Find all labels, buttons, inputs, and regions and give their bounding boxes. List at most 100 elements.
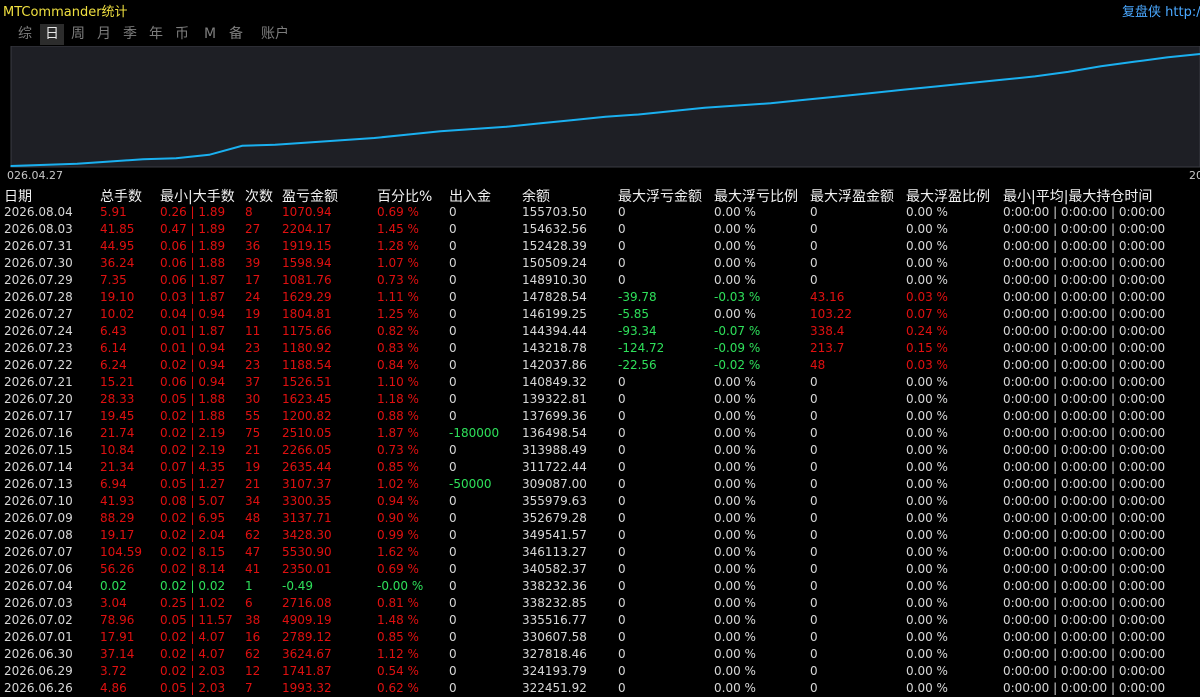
- column-header[interactable]: 最大浮亏比例: [714, 186, 798, 206]
- cell-pct: 0.90 %: [377, 511, 419, 525]
- cell-balance: 349541.57: [522, 528, 587, 542]
- cell-lots: 28.33: [100, 392, 135, 406]
- column-header[interactable]: 日期: [4, 186, 32, 206]
- cell-pnl: 1598.94: [282, 256, 332, 270]
- table-row[interactable]: 2026.06.29 3.72 0.02 | 2.03 12 1741.87 0.54 %…: [0, 663, 1200, 680]
- cell-count: 21: [245, 443, 261, 457]
- cell-mfpp: 0.00 %: [906, 392, 948, 406]
- table-row[interactable]: 2026.07.17 19.45 0.02 | 1.88 55 1200.82 0.88 …: [0, 408, 1200, 425]
- table-row[interactable]: 2026.07.02 78.96 0.05 | 11.57 38 4909.19 1.48…: [0, 612, 1200, 629]
- brand-link[interactable]: 复盘侠 http:/: [1122, 1, 1200, 20]
- table-row[interactable]: 2026.07.20 28.33 0.05 | 1.88 30 1623.45 1.18 …: [0, 391, 1200, 408]
- cell-date: 2026.07.20: [4, 392, 73, 406]
- tab-5[interactable]: 年: [144, 24, 168, 45]
- cell-mfp: 0: [810, 681, 818, 695]
- column-header[interactable]: 最大浮盈比例: [906, 186, 990, 206]
- tab-9[interactable]: 账户: [254, 24, 296, 45]
- table-row[interactable]: 2026.07.21 15.21 0.06 | 0.94 37 1526.51 1.10 …: [0, 374, 1200, 391]
- period-tabs: 综日周月季年币 M 备账户: [0, 24, 1200, 46]
- tab-2[interactable]: 周: [66, 24, 90, 45]
- cell-flow: 0: [449, 307, 457, 321]
- table-row[interactable]: 2026.07.29 7.35 0.06 | 1.87 17 1081.76 0.73 %…: [0, 272, 1200, 289]
- table-row[interactable]: 2026.07.16 21.74 0.02 | 2.19 75 2510.05 1.87 …: [0, 425, 1200, 442]
- column-header[interactable]: 最小|平均|最大持仓时间: [1003, 186, 1152, 206]
- cell-pnl: 1200.82: [282, 409, 332, 423]
- table-row[interactable]: 2026.07.14 21.34 0.07 | 4.35 19 2635.44 0.85 …: [0, 459, 1200, 476]
- table-row[interactable]: 2026.07.28 19.10 0.03 | 1.87 24 1629.29 1.11 …: [0, 289, 1200, 306]
- cell-balance: 313988.49: [522, 443, 587, 457]
- cell-count: 27: [245, 222, 261, 236]
- cell-balance: 324193.79: [522, 664, 587, 678]
- table-row[interactable]: 2026.08.03 41.85 0.47 | 1.89 27 2204.17 1.45 …: [0, 221, 1200, 238]
- cell-time: 0:00:00 | 0:00:00 | 0:00:00: [1003, 443, 1166, 457]
- table-row[interactable]: 2026.07.13 6.94 0.05 | 1.27 21 3107.37 1.02 %…: [0, 476, 1200, 493]
- table-row[interactable]: 2026.07.31 44.95 0.06 | 1.89 36 1919.15 1.28 …: [0, 238, 1200, 255]
- cell-date: 2026.07.01: [4, 630, 73, 644]
- table-row[interactable]: 2026.07.09 88.29 0.02 | 6.95 48 3137.71 0.90 …: [0, 510, 1200, 527]
- equity-point: [76, 163, 78, 165]
- table-row[interactable]: 2026.07.24 6.43 0.01 | 1.87 11 1175.66 0.82 %…: [0, 323, 1200, 340]
- cell-mfl: 0: [618, 409, 626, 423]
- equity-point: [1034, 75, 1036, 78]
- column-header[interactable]: 最大浮盈金额: [810, 186, 894, 206]
- cell-date: 2026.07.04: [4, 579, 73, 593]
- tab-0[interactable]: 综: [14, 24, 36, 45]
- daily-stats-table: 2026.08.04 5.91 0.26 | 1.89 8 1070.94 0.69 % 0…: [0, 204, 1200, 697]
- cell-lots: 6.94: [100, 477, 127, 491]
- table-row[interactable]: 2026.07.03 3.04 0.25 | 1.02 6 2716.08 0.81 % 0…: [0, 595, 1200, 612]
- column-header[interactable]: 盈亏金额: [282, 186, 338, 206]
- tab-7[interactable]: M: [198, 24, 222, 45]
- column-header[interactable]: 出入金: [449, 186, 491, 206]
- tab-8[interactable]: 备: [224, 24, 248, 45]
- tab-6[interactable]: 币: [170, 24, 194, 45]
- table-row[interactable]: 2026.07.04 0.02 0.02 | 0.02 1 -0.49 -0.00 % 0 3…: [0, 578, 1200, 595]
- table-row[interactable]: 2026.07.06 56.26 0.02 | 8.14 41 2350.01 0.69 …: [0, 561, 1200, 578]
- cell-lots: 56.26: [100, 562, 135, 576]
- cell-minmax: 0.02 | 0.94: [160, 358, 226, 372]
- cell-count: 47: [245, 545, 261, 559]
- cell-count: 17: [245, 273, 261, 287]
- cell-mflp: 0.00 %: [714, 579, 756, 593]
- cell-mfl: 0: [618, 596, 626, 610]
- cell-time: 0:00:00 | 0:00:00 | 0:00:00: [1003, 596, 1166, 610]
- table-row[interactable]: 2026.07.23 6.14 0.01 | 0.94 23 1180.92 0.83 %…: [0, 340, 1200, 357]
- cell-mfp: 0: [810, 596, 818, 610]
- table-row[interactable]: 2026.07.22 6.24 0.02 | 0.94 23 1188.54 0.84 %…: [0, 357, 1200, 374]
- cell-pct: -0.00 %: [377, 579, 424, 593]
- table-row[interactable]: 2026.06.30 37.14 0.02 | 4.07 62 3624.67 1.12 …: [0, 646, 1200, 663]
- table-row[interactable]: 2026.07.27 10.02 0.04 | 0.94 19 1804.81 1.25 …: [0, 306, 1200, 323]
- cell-mfpp: 0.24 %: [906, 324, 948, 338]
- tab-3[interactable]: 月: [92, 24, 116, 45]
- column-header[interactable]: 总手数: [100, 186, 142, 206]
- cell-count: 11: [245, 324, 261, 338]
- table-row[interactable]: 2026.07.01 17.91 0.02 | 4.07 16 2789.12 0.85 …: [0, 629, 1200, 646]
- cell-mfpp: 0.07 %: [906, 307, 948, 321]
- cell-mfl: 0: [618, 205, 626, 219]
- cell-mflp: 0.00 %: [714, 409, 756, 423]
- equity-point: [538, 122, 541, 125]
- column-header[interactable]: 百分比%: [377, 186, 432, 206]
- column-header[interactable]: 最大浮亏金额: [618, 186, 702, 206]
- cell-flow: 0: [449, 681, 457, 695]
- cell-mfp: 0: [810, 205, 818, 219]
- table-row[interactable]: 2026.07.10 41.93 0.08 | 5.07 34 3300.35 0.94 …: [0, 493, 1200, 510]
- cell-pct: 1.62 %: [377, 545, 419, 559]
- tab-4[interactable]: 季: [118, 24, 142, 45]
- cell-time: 0:00:00 | 0:00:00 | 0:00:00: [1003, 324, 1166, 338]
- tab-1[interactable]: 日: [40, 24, 64, 45]
- column-header[interactable]: 最小|大手数: [160, 186, 235, 206]
- table-row[interactable]: 2026.07.07 104.59 0.02 | 8.15 47 5530.90 1.62…: [0, 544, 1200, 561]
- column-header[interactable]: 余额: [522, 186, 550, 206]
- table-row[interactable]: 2026.08.04 5.91 0.26 | 1.89 8 1070.94 0.69 % 0…: [0, 204, 1200, 221]
- cell-date: 2026.07.02: [4, 613, 73, 627]
- table-row[interactable]: 2026.07.30 36.24 0.06 | 1.88 39 1598.94 1.07 …: [0, 255, 1200, 272]
- cell-pnl: 4909.19: [282, 613, 332, 627]
- cell-lots: 10.02: [100, 307, 135, 321]
- cell-flow: 0: [449, 562, 457, 576]
- table-row[interactable]: 2026.07.15 10.84 0.02 | 2.19 21 2266.05 0.73 …: [0, 442, 1200, 459]
- table-row[interactable]: 2026.07.08 19.17 0.02 | 2.04 62 3428.30 0.99 …: [0, 527, 1200, 544]
- column-header[interactable]: 次数: [245, 186, 273, 206]
- cell-mflp: 0.00 %: [714, 256, 756, 270]
- cell-flow: 0: [449, 205, 457, 219]
- table-row[interactable]: 2026.06.26 4.86 0.05 | 2.03 7 1993.32 0.62 % 0…: [0, 680, 1200, 697]
